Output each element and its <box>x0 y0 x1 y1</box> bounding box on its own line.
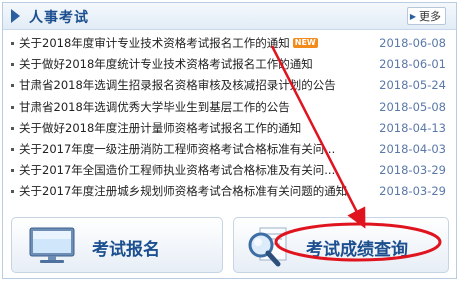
list-item[interactable]: 甘肃省2018年选调优秀大学毕业生到基层工作的公告 2018-05-08 <box>3 97 456 118</box>
more-button[interactable]: ▶ 更多 <box>406 7 446 25</box>
news-title-link[interactable]: 关于做好2018年度统计专业技术资格考试报名工作的通知 <box>19 54 313 75</box>
bullet-icon <box>11 169 14 173</box>
list-item[interactable]: 关于做好2018年度注册计量师资格考试报名工作的通知 2018-04-13 <box>3 118 456 139</box>
exam-score-query-button[interactable]: 考试成绩查询 <box>233 217 449 273</box>
list-item[interactable]: 关于做好2018年度统计专业技术资格考试报名工作的通知 2018-06-01 <box>3 54 456 75</box>
list-item[interactable]: 关于2017年度注册城乡规划师资格考试合格标准有关问题的通知 2018-03-2… <box>3 181 456 202</box>
news-date: 2018-06-08 <box>379 36 446 50</box>
bullet-icon <box>11 63 14 67</box>
exam-register-label: 考试报名 <box>92 240 160 260</box>
bullet-icon <box>11 105 14 109</box>
news-list: 关于2018年度审计专业技术资格考试报名工作的通知 NEW 2018-06-08 … <box>3 33 456 203</box>
news-date: 2018-05-24 <box>379 78 446 93</box>
exam-register-button[interactable]: 考试报名 <box>11 217 223 273</box>
news-title-link[interactable]: 关于2017年全国造价工程师执业资格考试合格标准及有关问... <box>19 160 335 181</box>
header-arrow-icon <box>11 9 20 23</box>
bullet-icon <box>11 190 14 194</box>
more-label: 更多 <box>419 10 441 23</box>
list-item[interactable]: 关于2018年度审计专业技术资格考试报名工作的通知 NEW 2018-06-08 <box>3 33 456 54</box>
news-date: 2018-03-29 <box>379 163 446 178</box>
panel-header: 人事考试 ▶ 更多 <box>3 3 456 30</box>
list-item[interactable]: 关于2017年全国造价工程师执业资格考试合格标准及有关问... 2018-03-… <box>3 160 456 181</box>
bullet-icon <box>11 84 14 88</box>
news-title-link[interactable]: 甘肃省2018年选调优秀大学毕业生到基层工作的公告 <box>19 97 290 118</box>
list-item[interactable]: 关于2017年度一级注册消防工程师资格考试合格标准有关问... 2018-04-… <box>3 139 456 160</box>
new-badge: NEW <box>292 38 318 48</box>
news-title-link[interactable]: 关于2017年度一级注册消防工程师资格考试合格标准有关问... <box>19 139 335 160</box>
news-title-link[interactable]: 关于2017年度注册城乡规划师资格考试合格标准有关问题的通知 <box>19 181 347 202</box>
news-title-link[interactable]: 甘肃省2018年选调生招录报名资格审核及核减招录计划的公告 <box>19 75 336 96</box>
monitor-icon <box>29 227 75 263</box>
news-title-link[interactable]: 关于做好2018年度注册计量师资格考试报名工作的通知 <box>19 118 301 139</box>
more-arrow-icon: ▶ <box>409 11 416 21</box>
exam-score-query-label: 考试成绩查询 <box>306 240 408 260</box>
panel-title: 人事考试 <box>29 10 89 26</box>
magnifier-icon <box>248 227 287 267</box>
news-date: 2018-05-08 <box>379 99 446 114</box>
news-date: 2018-04-03 <box>379 141 446 156</box>
news-date: 2018-06-01 <box>379 57 446 72</box>
personnel-exam-panel: 人事考试 ▶ 更多 关于2018年度审计专业技术资格考试报名工作的通知 NEW 2… <box>2 2 457 279</box>
news-title-link[interactable]: 关于2018年度审计专业技术资格考试报名工作的通知 NEW <box>19 33 318 54</box>
bullet-icon <box>11 126 14 130</box>
news-date: 2018-03-29 <box>379 184 446 199</box>
bullet-icon <box>11 147 14 151</box>
news-date: 2018-04-13 <box>379 120 446 135</box>
bullet-icon <box>11 42 14 45</box>
list-item[interactable]: 甘肃省2018年选调生招录报名资格审核及核减招录计划的公告 2018-05-24 <box>3 75 456 96</box>
